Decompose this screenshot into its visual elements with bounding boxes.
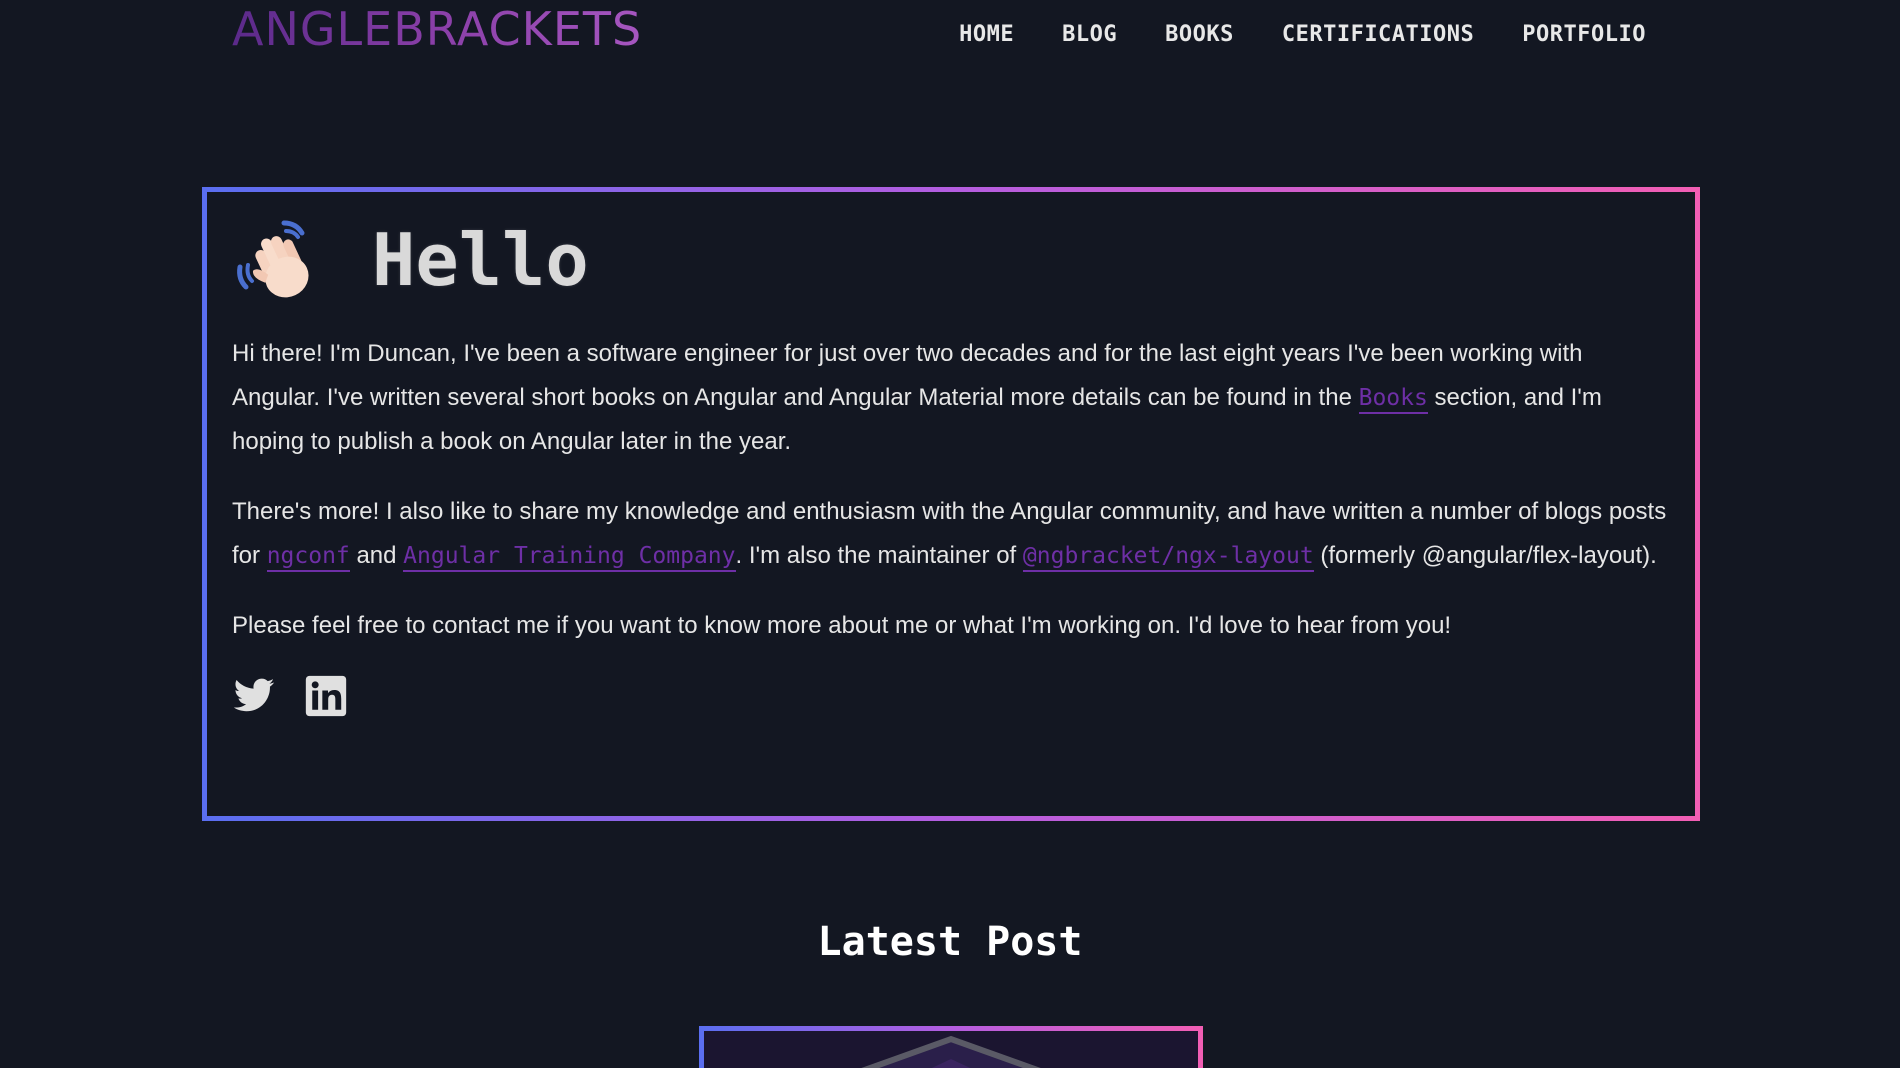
page: ANGLEBRACKETS HOME BLOG BOOKS CERTIFICAT… <box>0 0 1900 1068</box>
hello-heading: Hello <box>232 212 1670 308</box>
twitter-icon[interactable] <box>232 674 276 718</box>
nav-portfolio[interactable]: PORTFOLIO <box>1522 20 1646 50</box>
community-text-d: (formerly @angular/flex-layout). <box>1313 542 1657 569</box>
latest-post-heading: Latest Post <box>817 919 1083 965</box>
nav-blog[interactable]: BLOG <box>1062 20 1117 50</box>
intro-paragraph: Hi there! I'm Duncan, I've been a softwa… <box>232 332 1670 464</box>
contact-paragraph: Please feel free to contact me if you wa… <box>232 612 1452 639</box>
nav-books[interactable]: BOOKS <box>1165 20 1234 50</box>
site-logo[interactable]: ANGLEBRACKETS <box>232 2 642 56</box>
linkedin-icon[interactable] <box>304 674 348 718</box>
nav-certifications[interactable]: CERTIFICATIONS <box>1282 20 1474 50</box>
ngx-layout-link[interactable]: @ngbracket/ngx-layout <box>1022 543 1314 572</box>
nav-home[interactable]: HOME <box>959 20 1014 50</box>
waving-hand-icon <box>232 215 322 305</box>
books-link[interactable]: Books <box>1358 385 1428 414</box>
angular-training-company-link[interactable]: Angular Training Company <box>403 543 736 572</box>
community-text-b: and <box>349 542 404 569</box>
community-paragraph: There's more! I also like to share my kn… <box>232 490 1670 578</box>
latest-post-card[interactable] <box>699 1026 1203 1068</box>
community-text-c: . I'm also the maintainer of <box>735 542 1023 569</box>
latest-post-image <box>704 1031 1198 1068</box>
main-nav: HOME BLOG BOOKS CERTIFICATIONS PORTFOLIO <box>959 20 1646 50</box>
site-header: ANGLEBRACKETS HOME BLOG BOOKS CERTIFICAT… <box>0 0 1900 80</box>
ngconf-link[interactable]: ngconf <box>266 543 350 572</box>
hello-card-content: Hello Hi there! I'm Duncan, I've been a … <box>207 192 1695 816</box>
hello-title: Hello <box>372 218 589 302</box>
social-links <box>232 674 1670 718</box>
hello-card: Hello Hi there! I'm Duncan, I've been a … <box>202 187 1700 821</box>
